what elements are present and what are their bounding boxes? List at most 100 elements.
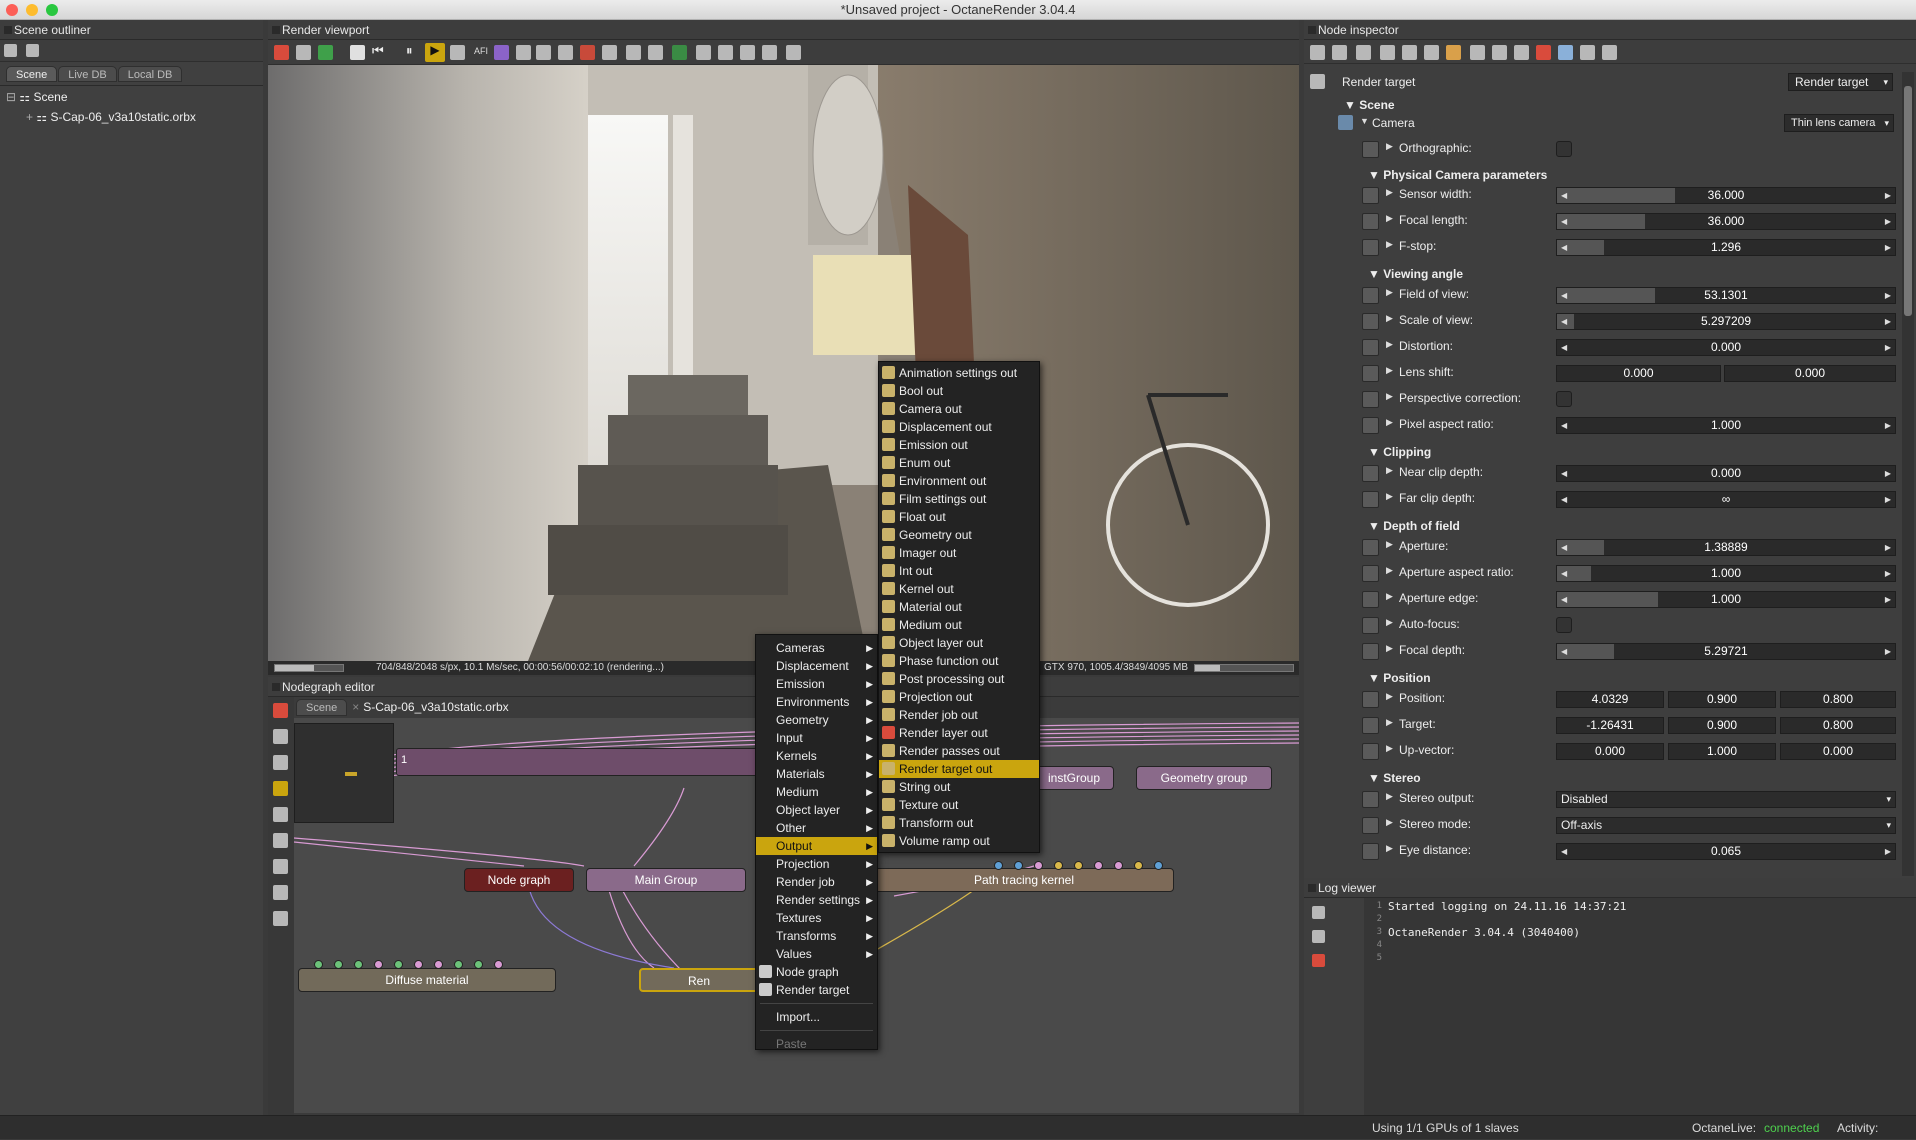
clay-mode-icon[interactable] (672, 45, 687, 60)
submenu-item-enum-out[interactable]: Enum out (879, 454, 1039, 472)
render-layer-icon[interactable] (1536, 45, 1551, 60)
chevron-right-icon[interactable]: ▶ (1386, 187, 1393, 198)
input-pin[interactable] (494, 960, 503, 969)
input-pin[interactable] (414, 960, 423, 969)
vector-pin-icon[interactable] (1362, 743, 1379, 760)
stereo-output-dropdown[interactable]: Disabled ▾ (1556, 791, 1896, 808)
section-stereo[interactable]: ▼ Stereo (1368, 771, 1421, 785)
geometry-group-node[interactable]: Geometry group (1136, 766, 1272, 790)
submenu-item-post-processing-out[interactable]: Post processing out (879, 670, 1039, 688)
orthographic-checkbox[interactable] (1556, 141, 1572, 157)
float-pin-icon[interactable] (1362, 591, 1379, 608)
rotate-icon[interactable] (580, 45, 595, 60)
submenu-item-emission-out[interactable]: Emission out (879, 436, 1039, 454)
enum-pin-icon[interactable] (1362, 791, 1379, 808)
tab-scene[interactable]: Scene (296, 699, 348, 716)
tree-item-orbx[interactable]: + ⚏ S-Cap-06_v3a10static.orbx (6, 107, 196, 127)
main-group-node[interactable]: Main Group (586, 868, 746, 892)
render-image[interactable] (268, 65, 1299, 661)
submenu-item-camera-out[interactable]: Camera out (879, 400, 1039, 418)
pixel-aspect-slider[interactable]: ◀ 1.000 ▶ (1556, 417, 1896, 434)
menu-item-projection[interactable]: Projection ▶ (756, 855, 877, 873)
far-clip-slider[interactable]: ◀ ∞ ▶ (1556, 491, 1896, 508)
af-icon[interactable]: AFI (474, 46, 488, 56)
enum-pin-icon[interactable] (1362, 817, 1379, 834)
float-pin-icon[interactable] (1362, 287, 1379, 304)
input-pin[interactable] (1154, 861, 1163, 870)
nodegraph-minimap[interactable] (294, 723, 394, 823)
section-depth-of-field[interactable]: ▼ Depth of field (1368, 519, 1460, 533)
position-y-field[interactable]: 0.900 (1668, 691, 1776, 708)
float-pin-icon[interactable] (1362, 643, 1379, 660)
submenu-item-displacement-out[interactable]: Displacement out (879, 418, 1039, 436)
submenu-item-geometry-out[interactable]: Geometry out (879, 526, 1039, 544)
section-physical-camera[interactable]: ▼ Physical Camera parameters (1368, 168, 1547, 182)
menu-item-import[interactable]: Import... (756, 1008, 877, 1026)
section-clipping[interactable]: ▼ Clipping (1368, 445, 1431, 459)
submenu-item-volume-ramp-out[interactable]: Volume ramp out (879, 832, 1039, 850)
subsampling-icon[interactable] (696, 45, 711, 60)
aperture-aspect-slider[interactable]: ◀ 1.000 ▶ (1556, 565, 1896, 582)
submenu-item-film-settings-out[interactable]: Film settings out (879, 490, 1039, 508)
chevron-right-icon[interactable]: ▶ (1386, 391, 1393, 402)
chevron-right-icon[interactable]: ▶ (1386, 239, 1393, 250)
export-icon[interactable] (762, 45, 777, 60)
float-pin-icon[interactable] (1362, 565, 1379, 582)
menu-item-input[interactable]: Input ▶ (756, 729, 877, 747)
submenu-item-texture-out[interactable]: Texture out (879, 796, 1039, 814)
rotate-icon[interactable] (273, 833, 288, 848)
white-balance-icon[interactable] (536, 45, 551, 60)
environment-icon[interactable] (1402, 45, 1417, 60)
geometry-icon[interactable] (1380, 45, 1395, 60)
submenu-item-environment-out[interactable]: Environment out (879, 472, 1039, 490)
menu-item-object-layer[interactable]: Object layer ▶ (756, 801, 877, 819)
chevron-right-icon[interactable]: ▶ (1386, 565, 1393, 576)
film-icon[interactable] (1470, 45, 1485, 60)
float-pin-icon[interactable] (1362, 491, 1379, 508)
postprocess-icon[interactable] (1602, 45, 1617, 60)
input-pin[interactable] (354, 960, 363, 969)
float-pin-icon[interactable] (1362, 239, 1379, 256)
chevron-right-icon[interactable]: ▶ (1386, 817, 1393, 828)
copy-icon[interactable] (718, 45, 733, 60)
visible-env-icon[interactable] (1424, 45, 1439, 60)
submenu-item-animation-settings-out[interactable]: Animation settings out (879, 364, 1039, 382)
position-x-field[interactable]: 4.0329 (1556, 691, 1664, 708)
float-pin-icon[interactable] (1362, 843, 1379, 860)
chevron-right-icon[interactable]: ▶ (1386, 791, 1393, 802)
recenter-icon[interactable] (273, 703, 288, 718)
material-picker-icon[interactable] (494, 45, 509, 60)
submenu-item-bool-out[interactable]: Bool out (879, 382, 1039, 400)
table-icon[interactable] (273, 911, 288, 926)
submenu-item-transform-out[interactable]: Transform out (879, 814, 1039, 832)
input-pin[interactable] (1034, 861, 1043, 870)
copy-icon[interactable] (273, 885, 288, 900)
submenu-item-render-job-out[interactable]: Render job out (879, 706, 1039, 724)
menu-item-medium[interactable]: Medium ▶ (756, 783, 877, 801)
input-pin[interactable] (1054, 861, 1063, 870)
float-pin-icon[interactable] (1362, 187, 1379, 204)
float-pin-icon[interactable] (1362, 339, 1379, 356)
menu-item-render-settings[interactable]: Render settings ▶ (756, 891, 877, 909)
aperture-edge-slider[interactable]: ◀ 1.000 ▶ (1556, 591, 1896, 608)
chevron-right-icon[interactable]: ▶ (1386, 743, 1393, 754)
submenu-item-projection-out[interactable]: Projection out (879, 688, 1039, 706)
render-target-node[interactable]: Ren (639, 968, 759, 992)
bool-pin-icon[interactable] (1362, 141, 1379, 158)
diffuse-material-node[interactable]: Diffuse material (298, 968, 556, 992)
up-vector-x-field[interactable]: 0.000 (1556, 743, 1664, 760)
section-position[interactable]: ▼ Position (1368, 671, 1431, 685)
save-icon[interactable] (1356, 45, 1371, 60)
chevron-right-icon[interactable]: ▶ (1386, 465, 1393, 476)
input-pin[interactable] (1074, 861, 1083, 870)
menu-item-materials[interactable]: Materials ▶ (756, 765, 877, 783)
cube-icon[interactable] (318, 45, 333, 60)
log-text-area[interactable]: 12345 Started logging on 24.11.16 14:37:… (1364, 898, 1916, 1115)
path-tracing-kernel-node[interactable]: Path tracing kernel (874, 868, 1174, 892)
position-z-field[interactable]: 0.800 (1780, 691, 1896, 708)
scrollbar-thumb[interactable] (1904, 86, 1912, 316)
chevron-right-icon[interactable]: ▶ (1386, 313, 1393, 324)
save-image-icon[interactable] (740, 45, 755, 60)
input-pin[interactable] (374, 960, 383, 969)
input-pin[interactable] (434, 960, 443, 969)
